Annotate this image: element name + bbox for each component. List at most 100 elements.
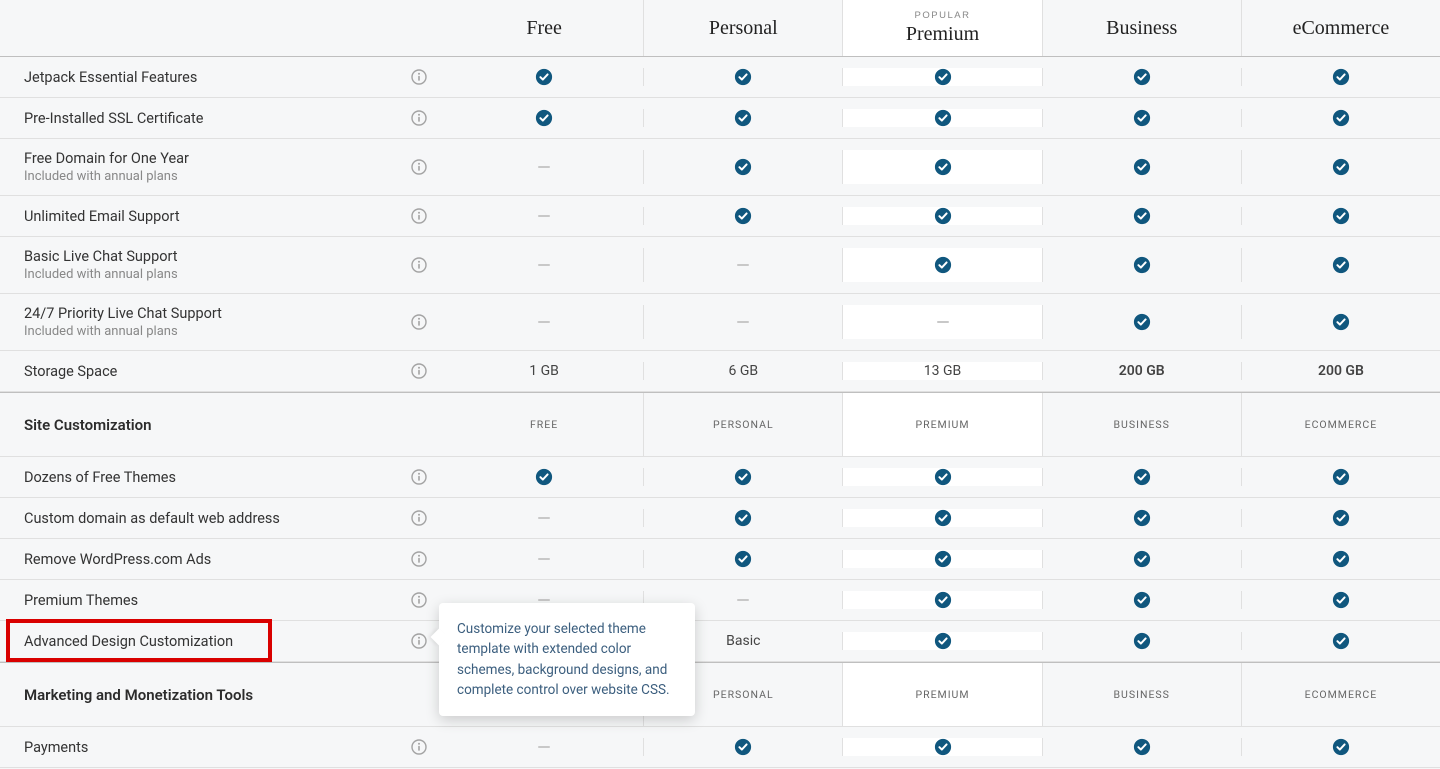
plan-cell [643,468,842,486]
info-icon[interactable] [411,314,427,330]
info-icon[interactable] [411,469,427,485]
check-icon [1332,158,1350,176]
check-icon [934,158,952,176]
plan-cell [643,68,842,86]
check-icon [1332,207,1350,225]
check-icon [934,591,952,609]
plan-cell [842,207,1041,225]
feature-cell: Basic Live Chat SupportIncluded with ann… [0,248,445,282]
plan-cell: 200 GB [1241,362,1440,380]
check-icon [1133,632,1151,650]
plan-cell [643,150,842,184]
plan-cell [445,248,643,282]
plan-header-free: Free [445,0,643,56]
section-plan-label: PREMIUM [842,393,1041,456]
plan-name: Premium [906,23,979,46]
plan-cell: 200 GB [1042,362,1241,380]
feature-label: Custom domain as default web address [24,510,280,527]
plan-cell [1042,738,1241,756]
check-icon [1332,313,1350,331]
info-icon[interactable] [411,69,427,85]
plan-cell [1042,68,1241,86]
info-icon[interactable] [411,110,427,126]
feature-cell: Custom domain as default web address [0,509,445,527]
section-plan-label: BUSINESS [1042,663,1241,726]
plan-cell [1241,591,1440,609]
info-icon[interactable] [411,208,427,224]
info-icon[interactable] [411,592,427,608]
feature-label: Premium Themes [24,592,138,609]
check-icon [934,256,952,274]
cell-text: 6 GB [729,363,759,379]
check-icon [535,468,553,486]
feature-cell: Premium Themes [0,591,445,609]
plan-cell [842,305,1041,339]
info-icon[interactable] [411,363,427,379]
check-icon [1332,591,1350,609]
section-title: Site Customization [0,393,445,456]
cell-text: 200 GB [1119,363,1165,379]
plan-cell [842,109,1041,127]
plan-header-personal: Personal [643,0,842,56]
check-icon [1133,68,1151,86]
section-plan-label: FREE [445,393,643,456]
check-icon [1133,256,1151,274]
plan-cell [643,738,842,756]
section-row: Site CustomizationFREEPERSONALPREMIUMBUS… [0,392,1440,457]
plan-cell [1042,591,1241,609]
feature-label: Payments [24,739,88,756]
plan-cell [445,68,643,86]
check-icon [934,68,952,86]
feature-cell: Pre-Installed SSL Certificate [0,109,445,127]
check-icon [1332,68,1350,86]
section-plan-label: PERSONAL [643,393,842,456]
section-row: Marketing and Monetization ToolsFREEPERS… [0,662,1440,727]
feature-row: Remove WordPress.com Ads [0,539,1440,580]
plan-cell [1241,305,1440,339]
section-plan-label: ECOMMERCE [1241,393,1440,456]
plan-cell [1241,109,1440,127]
feature-cell: Free Domain for One Year Included with an… [0,150,445,184]
plan-cell [1042,248,1241,282]
plan-name: Free [526,17,562,40]
check-icon [1133,158,1151,176]
feature-row: Custom domain as default web address [0,498,1440,539]
check-icon [734,509,752,527]
dash-icon [538,517,550,519]
info-icon[interactable] [411,510,427,526]
info-icon[interactable] [411,159,427,175]
check-icon [1133,509,1151,527]
info-icon[interactable] [411,257,427,273]
feature-row: Premium Themes [0,580,1440,621]
tooltip: Customize your selected theme template w… [439,603,695,716]
check-icon [1332,509,1350,527]
feature-label: Unlimited Email Support [24,208,180,225]
cell-text: 13 GB [924,363,961,379]
check-icon [1332,550,1350,568]
plan-cell [842,248,1041,282]
feature-cell: Remove WordPress.com Ads [0,550,445,568]
info-icon[interactable] [411,633,427,649]
section-title: Marketing and Monetization Tools [0,663,445,726]
plan-cell [1241,150,1440,184]
check-icon [1133,738,1151,756]
plan-name: Business [1106,17,1177,40]
feature-label: 24/7 Priority Live Chat Support [24,305,222,322]
feature-row: Pre-Installed SSL Certificate [0,98,1440,139]
plan-cell [445,109,643,127]
plan-cell [842,550,1041,568]
info-icon[interactable] [411,551,427,567]
feature-cell: Jetpack Essential Features [0,68,445,86]
feature-row: Advanced Design CustomizationBasic [0,621,1440,662]
feature-label: Jetpack Essential Features [24,69,197,86]
check-icon [1332,468,1350,486]
plan-cell [1241,468,1440,486]
info-icon[interactable] [411,739,427,755]
check-icon [734,738,752,756]
check-icon [734,158,752,176]
plan-cell [1241,509,1440,527]
plan-header-premium: POPULARPremium [842,0,1041,56]
plan-cell [1241,68,1440,86]
feature-label: Free Domain for One Year [24,150,189,167]
feature-sublabel: Included with annual plans [24,169,189,184]
